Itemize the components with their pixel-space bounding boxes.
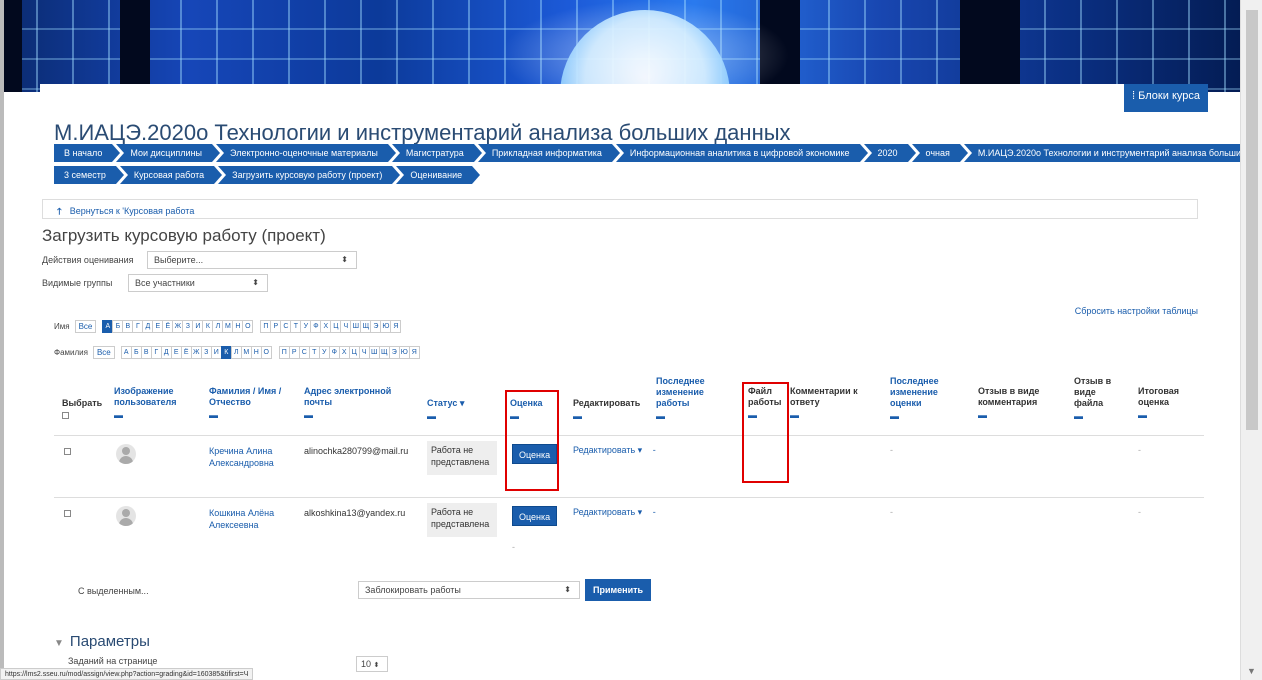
firstname-filter: Имя Все АБВГДЕЁЖЗИКЛМНОПРСТУФХЦЧШЩЭЮЯ bbox=[54, 320, 402, 333]
avatar bbox=[116, 444, 136, 464]
scrollbar-thumb[interactable] bbox=[1246, 10, 1258, 430]
grade-modified: - bbox=[890, 507, 893, 517]
breadcrumb-item[interactable]: Информационная аналитика в цифровой экон… bbox=[615, 144, 868, 162]
per-page-label: Заданий на странице bbox=[68, 656, 158, 666]
student-name[interactable]: Кошкина Алёна Алексеевна bbox=[209, 507, 289, 531]
apply-button[interactable]: Применить bbox=[585, 579, 652, 601]
grading-actions-select[interactable]: Выберите... ⬍ bbox=[147, 251, 357, 269]
col-name[interactable]: Фамилия / Имя / Отчество ▬ bbox=[209, 386, 289, 421]
grade-modified: - bbox=[890, 445, 893, 455]
grading-actions-label: Действия оценивания bbox=[42, 255, 134, 265]
col-edit: Редактировать ▬ bbox=[573, 398, 641, 421]
firstname-letter[interactable]: О bbox=[242, 320, 254, 333]
grade-button[interactable]: Оценка bbox=[512, 506, 558, 526]
breadcrumb-item[interactable]: Электронно-оценочные материалы bbox=[216, 144, 396, 162]
avatar bbox=[116, 506, 136, 526]
firstname-all[interactable]: Все bbox=[74, 320, 97, 333]
highlight-box-grade bbox=[505, 390, 559, 491]
table-row: Кречина Алина Александровна alinochka280… bbox=[54, 436, 1204, 498]
scroll-down-icon[interactable]: ▼ bbox=[1247, 666, 1256, 676]
student-email: alkoshkina13@yandex.ru bbox=[304, 508, 406, 518]
table-row: Кошкина Алёна Алексеевна alkoshkina13@ya… bbox=[54, 498, 1204, 558]
firstname-letter[interactable]: Я bbox=[390, 320, 402, 333]
highlight-box-file bbox=[742, 382, 789, 483]
chevron-down-icon: ⬍ bbox=[252, 278, 259, 287]
col-select: Выбрать bbox=[62, 398, 102, 419]
breadcrumb-item[interactable]: М.ИАЦЭ.2020о Технологии и инструментарий… bbox=[963, 144, 1262, 162]
breadcrumb-item[interactable]: 3 семестр bbox=[54, 166, 124, 184]
breadcrumb-item[interactable]: 2020 bbox=[863, 144, 916, 162]
lastname-filter: Фамилия Все АБВГДЕЁЖЗИКЛМНОПРСТУФХЦЧШЩЭЮ… bbox=[54, 346, 420, 359]
row-checkbox[interactable] bbox=[64, 448, 71, 455]
breadcrumb-item[interactable]: Загрузить курсовую работу (проект) bbox=[218, 166, 401, 184]
lastname-letter[interactable]: Я bbox=[408, 346, 420, 359]
col-status[interactable]: Статус ▾ ▬ bbox=[427, 398, 464, 422]
status-url: https://lms2.sseu.ru/mod/assign/view.php… bbox=[0, 668, 254, 680]
lastname-letter[interactable]: О bbox=[260, 346, 272, 359]
back-link[interactable]: 🡑 Вернуться к 'Курсовая работа bbox=[42, 199, 1198, 219]
select-all-checkbox[interactable] bbox=[62, 412, 69, 419]
breadcrumb-item[interactable]: Прикладная информатика bbox=[477, 144, 621, 162]
per-page-select[interactable]: 10 ⬍ bbox=[356, 656, 388, 672]
reset-table-link[interactable]: Сбросить настройки таблицы bbox=[1075, 306, 1198, 316]
breadcrumb-item[interactable]: Оценивание bbox=[396, 166, 480, 184]
chevron-down-icon: ⬍ bbox=[341, 255, 348, 264]
col-feedback-comment: Отзыв в виде комментария ▬ bbox=[978, 386, 1040, 420]
status-badge: Работа не представлена bbox=[427, 441, 497, 475]
course-page: ⁞ Блоки курса М.ИАЦЭ.2020о Технологии и … bbox=[40, 84, 1262, 680]
col-comments: Комментарии к ответу ▬ bbox=[790, 386, 858, 420]
col-email[interactable]: Адрес электронной почты ▬ bbox=[304, 386, 394, 421]
lastname-all[interactable]: Все bbox=[92, 346, 115, 359]
col-image[interactable]: Изображение пользователя ▬ bbox=[114, 386, 184, 421]
table-header: Выбрать Изображение пользователя ▬ Фамили… bbox=[54, 376, 1204, 436]
groups-select[interactable]: Все участники ⬍ bbox=[128, 274, 268, 292]
edit-menu[interactable]: Редактировать ▾ - bbox=[573, 507, 656, 518]
blocks-button[interactable]: ⁞ Блоки курса bbox=[1124, 84, 1208, 112]
student-email: alinochka280799@mail.ru bbox=[304, 446, 409, 456]
page-scrollbar[interactable]: ▼ bbox=[1240, 0, 1262, 680]
breadcrumb-row-2: 3 семестр Курсовая работа Загрузить курс… bbox=[54, 166, 1204, 184]
breadcrumb: В начало Мои дисциплины Электронно-оцено… bbox=[54, 144, 1262, 162]
placeholder-dash: - bbox=[512, 542, 515, 552]
final-grade: - bbox=[1138, 507, 1141, 517]
status-badge: Работа не представлена bbox=[427, 503, 497, 537]
edit-menu[interactable]: Редактировать ▾ - bbox=[573, 445, 656, 456]
groups-label: Видимые группы bbox=[42, 278, 113, 288]
chevron-down-icon: ⬍ bbox=[564, 585, 571, 594]
final-grade: - bbox=[1138, 445, 1141, 455]
col-final-grade: Итоговая оценка ▬ bbox=[1138, 386, 1180, 420]
params-section[interactable]: ▼ Параметры bbox=[54, 633, 150, 650]
breadcrumb-item[interactable]: В начало bbox=[54, 144, 121, 162]
breadcrumb-item[interactable]: Курсовая работа bbox=[119, 166, 223, 184]
course-title: М.ИАЦЭ.2020о Технологии и инструментарий… bbox=[54, 120, 791, 145]
breadcrumb-item[interactable]: Мои дисциплины bbox=[116, 144, 220, 162]
bulk-action-select[interactable]: Заблокировать работы ⬍ bbox=[358, 581, 580, 599]
bulk-label: С выделенным... bbox=[78, 586, 149, 596]
col-last-modified-submission[interactable]: Последнее изменение работы ▬ bbox=[656, 376, 716, 422]
breadcrumb-item[interactable]: очная bbox=[911, 144, 969, 162]
col-last-modified-grade[interactable]: Последнее изменение оценки ▬ bbox=[890, 376, 950, 422]
header-banner bbox=[0, 0, 1262, 92]
arrow-up-icon: 🡑 bbox=[57, 206, 62, 216]
student-name[interactable]: Кречина Алина Александровна bbox=[209, 445, 289, 469]
breadcrumb-item[interactable]: Магистратура bbox=[391, 144, 482, 162]
row-checkbox[interactable] bbox=[64, 510, 71, 517]
triangle-down-icon: ▼ bbox=[54, 638, 64, 649]
col-feedback-file: Отзыв в виде файла ▬ bbox=[1074, 376, 1112, 421]
page-title: Загрузить курсовую работу (проект) bbox=[42, 226, 326, 245]
